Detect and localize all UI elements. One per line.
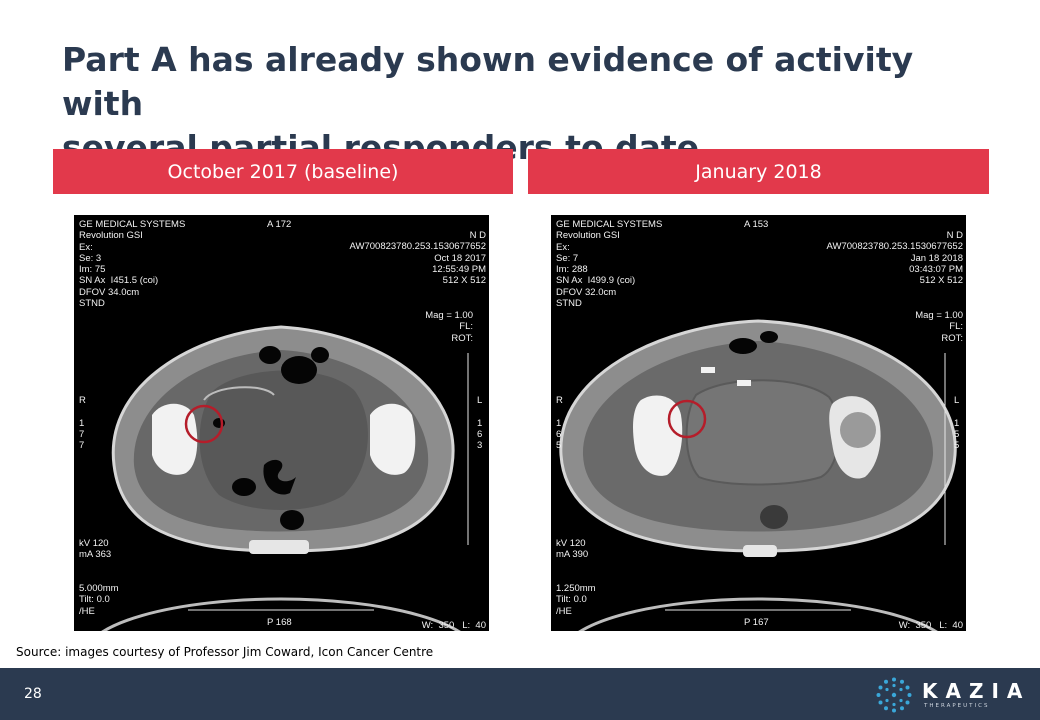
kernel-label: STND bbox=[556, 298, 582, 310]
r-digits: 1 6 5 bbox=[556, 417, 562, 452]
r-marker: R bbox=[79, 395, 86, 406]
display-info: Mag = 1.00 FL: ROT: bbox=[915, 310, 963, 344]
slice-position: SN Ax I499.9 (coi) bbox=[556, 275, 636, 287]
l-digits: 1 5 5 bbox=[954, 417, 960, 452]
kv-label: kV 120 bbox=[556, 538, 586, 549]
scanner-line: GE MEDICAL SYSTEMS bbox=[79, 219, 186, 230]
scanner-model: Revolution GSI bbox=[79, 230, 143, 242]
baseline-header: October 2017 (baseline) bbox=[53, 149, 513, 194]
l-marker: L bbox=[477, 395, 483, 406]
reconstruction-info: 5.000mm Tilt: 0.0 /HE bbox=[79, 583, 119, 617]
window-level: W: 350 L: 40 bbox=[898, 620, 963, 631]
accession-number: AW700823780.253.1530677652 bbox=[826, 241, 963, 253]
followup-header: January 2018 bbox=[528, 149, 989, 194]
series-label: Se: 7 bbox=[556, 252, 579, 264]
page-number: 28 bbox=[24, 686, 42, 702]
he-label: /HE bbox=[79, 605, 95, 617]
r-marker: R bbox=[556, 395, 563, 406]
exam-label: Ex: bbox=[556, 241, 570, 253]
scan-date: Oct 18 2017 bbox=[434, 252, 486, 264]
tilt-label: Tilt: 0.0 bbox=[79, 594, 110, 606]
dfov-label: DFOV 32.0cm bbox=[556, 286, 617, 298]
window-level: W: 350 L: 40 bbox=[421, 620, 486, 631]
rot-label: ROT: bbox=[941, 332, 963, 344]
logo-subtitle: THERAPEUTICS bbox=[924, 703, 990, 709]
exposure-info: kV 120 mA 363 bbox=[79, 538, 111, 561]
ma-label: mA 363 bbox=[79, 549, 112, 561]
anterior-label: A 153 bbox=[744, 219, 769, 230]
l-digits: 1 6 3 bbox=[477, 417, 483, 452]
kernel-label: STND bbox=[79, 298, 105, 310]
scanner-info: GE MEDICAL SYSTEMS Revolution GSI Ex: Se… bbox=[556, 219, 662, 309]
l-marker: L bbox=[954, 395, 960, 406]
series-label: Se: 3 bbox=[79, 252, 102, 264]
ma-label: mA 390 bbox=[556, 549, 589, 561]
rot-label: ROT: bbox=[451, 332, 473, 344]
scan-time: 12:55:49 PM bbox=[432, 263, 486, 275]
reconstruction-info: 1.250mm Tilt: 0.0 /HE bbox=[556, 583, 596, 617]
right-orientation: R 1 7 7 bbox=[79, 395, 86, 451]
kv-label: kV 120 bbox=[79, 538, 109, 549]
fl-label: FL: bbox=[949, 321, 963, 333]
tilt-label: Tilt: 0.0 bbox=[556, 594, 587, 606]
mag-label: Mag = 1.00 bbox=[915, 310, 963, 321]
left-orientation: L 1 6 3 bbox=[477, 395, 482, 451]
slide-title-line1: Part A has already shown evidence of act… bbox=[62, 40, 914, 123]
left-orientation: L 1 5 5 bbox=[954, 395, 959, 451]
scan-date: Jan 18 2018 bbox=[910, 252, 963, 264]
matrix-size: 512 X 512 bbox=[442, 275, 486, 287]
scanner-info: GE MEDICAL SYSTEMS Revolution GSI Ex: Se… bbox=[79, 219, 185, 309]
exam-label: Ex: bbox=[79, 241, 93, 253]
kazia-logo: KAZIA THERAPEUTICS bbox=[874, 677, 1022, 713]
nd-label: N D bbox=[946, 230, 963, 241]
mag-label: Mag = 1.00 bbox=[425, 310, 473, 321]
ct-scan-followup: GE MEDICAL SYSTEMS Revolution GSI Ex: Se… bbox=[551, 215, 966, 631]
source-note: Source: images courtesy of Professor Jim… bbox=[16, 645, 434, 659]
slice-thickness: 5.000mm bbox=[79, 583, 119, 594]
posterior-label: P 168 bbox=[267, 617, 292, 628]
display-info: Mag = 1.00 FL: ROT: bbox=[425, 310, 473, 344]
matrix-size: 512 X 512 bbox=[919, 275, 963, 287]
scan-time: 03:43:07 PM bbox=[909, 263, 963, 275]
right-orientation: R 1 6 5 bbox=[556, 395, 563, 451]
footer-bar: 28 KAZIA THERAPEUTICS bbox=[0, 668, 1040, 720]
acquisition-info: N D AW700823780.253.1530677652 Oct 18 20… bbox=[350, 230, 486, 286]
accession-number: AW700823780.253.1530677652 bbox=[349, 241, 486, 253]
posterior-label: P 167 bbox=[744, 617, 769, 628]
scanner-model: Revolution GSI bbox=[556, 230, 620, 242]
he-label: /HE bbox=[556, 605, 572, 617]
fl-label: FL: bbox=[459, 321, 473, 333]
r-digits: 1 7 7 bbox=[79, 417, 85, 452]
nd-label: N D bbox=[469, 230, 486, 241]
image-label: Im: 75 bbox=[79, 264, 106, 276]
acquisition-info: N D AW700823780.253.1530677652 Jan 18 20… bbox=[827, 230, 963, 286]
scanner-line: GE MEDICAL SYSTEMS bbox=[556, 219, 663, 230]
dfov-label: DFOV 34.0cm bbox=[79, 286, 140, 298]
exposure-info: kV 120 mA 390 bbox=[556, 538, 588, 561]
dotted-circle-icon bbox=[876, 677, 912, 713]
slice-thickness: 1.250mm bbox=[556, 583, 596, 594]
ct-scan-baseline: GE MEDICAL SYSTEMS Revolution GSI Ex: Se… bbox=[74, 215, 489, 631]
anterior-label: A 172 bbox=[267, 219, 292, 230]
slice-position: SN Ax I451.5 (coi) bbox=[79, 275, 159, 287]
logo-wordmark: KAZIA bbox=[922, 679, 1031, 703]
image-label: Im: 288 bbox=[556, 264, 588, 276]
